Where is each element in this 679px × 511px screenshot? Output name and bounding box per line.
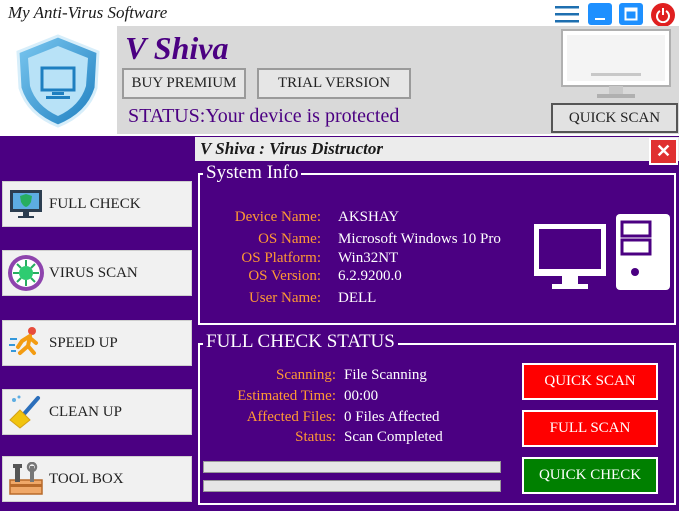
- buy-premium-button[interactable]: BUY PREMIUM: [122, 68, 246, 99]
- sidebar-item-tool-box[interactable]: TOOL BOX: [2, 456, 192, 502]
- runner-icon: [3, 325, 49, 361]
- app-title: My Anti-Virus Software: [8, 3, 168, 22]
- sidebar-item-label: FULL CHECK: [49, 195, 141, 212]
- scanning-value: File Scanning: [344, 367, 427, 383]
- os-version-label: OS Version:: [248, 268, 321, 284]
- monitor-shield-icon: [3, 189, 49, 219]
- trial-version-button[interactable]: TRIAL VERSION: [257, 68, 411, 99]
- minimize-icon[interactable]: [588, 3, 612, 25]
- status-label: Status:: [295, 429, 336, 445]
- sidebar-item-speed-up[interactable]: SPEED UP: [2, 320, 192, 366]
- status-line: STATUS:Your device is protected: [128, 105, 399, 128]
- progress-bar-secondary: [203, 480, 501, 492]
- user-name-value: DELL: [338, 290, 377, 306]
- sidebar-item-label: CLEAN UP: [49, 403, 122, 420]
- os-platform-value: Win32NT: [338, 250, 399, 266]
- menu-icon[interactable]: [555, 3, 579, 25]
- monitor-icon: [561, 29, 671, 98]
- quick-scan-header-button[interactable]: QUICK SCAN: [551, 103, 678, 133]
- status-label: STATUS:: [128, 105, 206, 127]
- sidebar-item-label: SPEED UP: [49, 334, 118, 351]
- brand-name: V Shiva: [125, 30, 229, 66]
- power-icon[interactable]: [651, 3, 675, 27]
- maximize-icon[interactable]: [619, 3, 643, 25]
- computer-icon: [534, 214, 670, 290]
- main-title: V Shiva : Virus Distructor: [200, 139, 383, 158]
- affected-files-label: Affected Files:: [246, 409, 336, 425]
- device-name-value: AKSHAY: [338, 209, 400, 225]
- shield-logo-icon: [16, 34, 100, 128]
- device-name-label: Device Name:: [234, 209, 321, 225]
- close-button[interactable]: ✕: [649, 138, 678, 165]
- os-version-value: 6.2.9200.0: [338, 268, 402, 284]
- virus-icon: [3, 254, 49, 292]
- scanning-label: Scanning:: [276, 367, 336, 383]
- quick-scan-button[interactable]: QUICK SCAN: [522, 363, 658, 400]
- user-name-label: User Name:: [248, 290, 321, 306]
- progress-bar-primary: [203, 461, 501, 473]
- affected-files-value: 0 Files Affected: [344, 409, 440, 425]
- os-name-label: OS Name:: [258, 231, 321, 247]
- close-icon: ✕: [655, 141, 672, 161]
- logo-area: [0, 26, 117, 134]
- sidebar-item-clean-up[interactable]: CLEAN UP: [2, 389, 192, 435]
- estimated-time-label: Estimated Time:: [237, 388, 336, 404]
- toolbox-icon: [3, 462, 49, 496]
- quick-check-button[interactable]: QUICK CHECK: [522, 457, 658, 494]
- sidebar-item-virus-scan[interactable]: VIRUS SCAN: [2, 250, 192, 296]
- sidebar-item-label: TOOL BOX: [49, 470, 124, 487]
- sidebar-item-label: VIRUS SCAN: [49, 264, 138, 281]
- status-value: Your device is protected: [205, 105, 400, 127]
- status-value: Scan Completed: [344, 429, 443, 445]
- estimated-time-value: 00:00: [344, 388, 379, 404]
- broom-icon: [3, 394, 49, 430]
- full-check-legend: FULL CHECK STATUS: [203, 331, 398, 353]
- os-platform-label: OS Platform:: [241, 250, 321, 266]
- full-scan-button[interactable]: FULL SCAN: [522, 410, 658, 447]
- sidebar-item-full-check[interactable]: FULL CHECK: [2, 181, 192, 227]
- system-info-legend: System Info: [203, 162, 302, 184]
- os-name-value: Microsoft Windows 10 Pro: [338, 231, 501, 247]
